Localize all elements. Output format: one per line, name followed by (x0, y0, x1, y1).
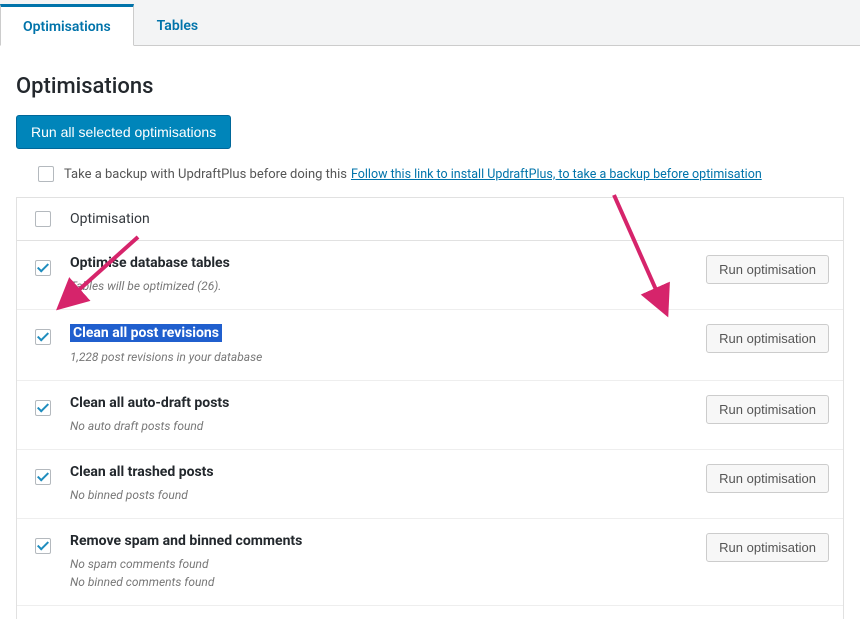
row-title: Clean all post revisions (70, 324, 222, 342)
row-description: No auto draft posts found (70, 417, 669, 435)
optimisation-row: Optimise database tables Tables will be o… (17, 241, 843, 310)
tabs-bar: Optimisations Tables (0, 0, 860, 46)
select-all-checkbox[interactable] (35, 211, 51, 227)
row-description: 1,228 post revisions in your database (70, 348, 669, 366)
optimisations-table: Optimisation Optimise database tables Tab… (16, 197, 844, 619)
backup-label: Take a backup with UpdraftPlus before do… (64, 167, 347, 182)
optimisation-row: Remove unapproved commentsNo unapproved … (17, 606, 843, 619)
row-title: Remove spam and binned comments (70, 533, 302, 549)
optimisation-row: Clean all auto-draft posts No auto draft … (17, 381, 843, 450)
row-checkbox[interactable] (35, 469, 51, 485)
run-optimisation-button[interactable]: Run optimisation (706, 395, 829, 424)
optimisation-row: Clean all post revisions 1,228 post revis… (17, 310, 843, 381)
row-checkbox[interactable] (35, 260, 51, 276)
row-title: Optimise database tables (70, 255, 230, 271)
run-all-button[interactable]: Run all selected optimisations (16, 115, 231, 149)
backup-link[interactable]: Follow this link to install UpdraftPlus,… (351, 167, 762, 182)
row-checkbox[interactable] (35, 400, 51, 416)
row-title: Clean all trashed posts (70, 464, 214, 480)
run-optimisation-button[interactable]: Run optimisation (706, 255, 829, 284)
run-optimisation-button[interactable]: Run optimisation (706, 324, 829, 353)
page-title: Optimisations (16, 74, 844, 99)
row-description: No binned posts found (70, 486, 669, 504)
tab-optimisations[interactable]: Optimisations (0, 4, 134, 46)
table-header-row: Optimisation (17, 198, 843, 241)
run-optimisation-button[interactable]: Run optimisation (706, 464, 829, 493)
backup-row: Take a backup with UpdraftPlus before do… (34, 163, 844, 185)
run-optimisation-button[interactable]: Run optimisation (706, 533, 829, 562)
row-description: Tables will be optimized (26). (70, 277, 669, 295)
row-title: Clean all auto-draft posts (70, 395, 229, 411)
row-checkbox[interactable] (35, 329, 51, 345)
optimisation-row: Clean all trashed posts No binned posts f… (17, 450, 843, 519)
table-header-label: Optimisation (70, 211, 150, 227)
optimisation-row: Remove spam and binned comments No spam c… (17, 519, 843, 606)
tab-tables[interactable]: Tables (134, 5, 221, 45)
row-checkbox[interactable] (35, 538, 51, 554)
backup-checkbox[interactable] (38, 166, 54, 182)
row-description: No spam comments foundNo binned comments… (70, 555, 669, 591)
